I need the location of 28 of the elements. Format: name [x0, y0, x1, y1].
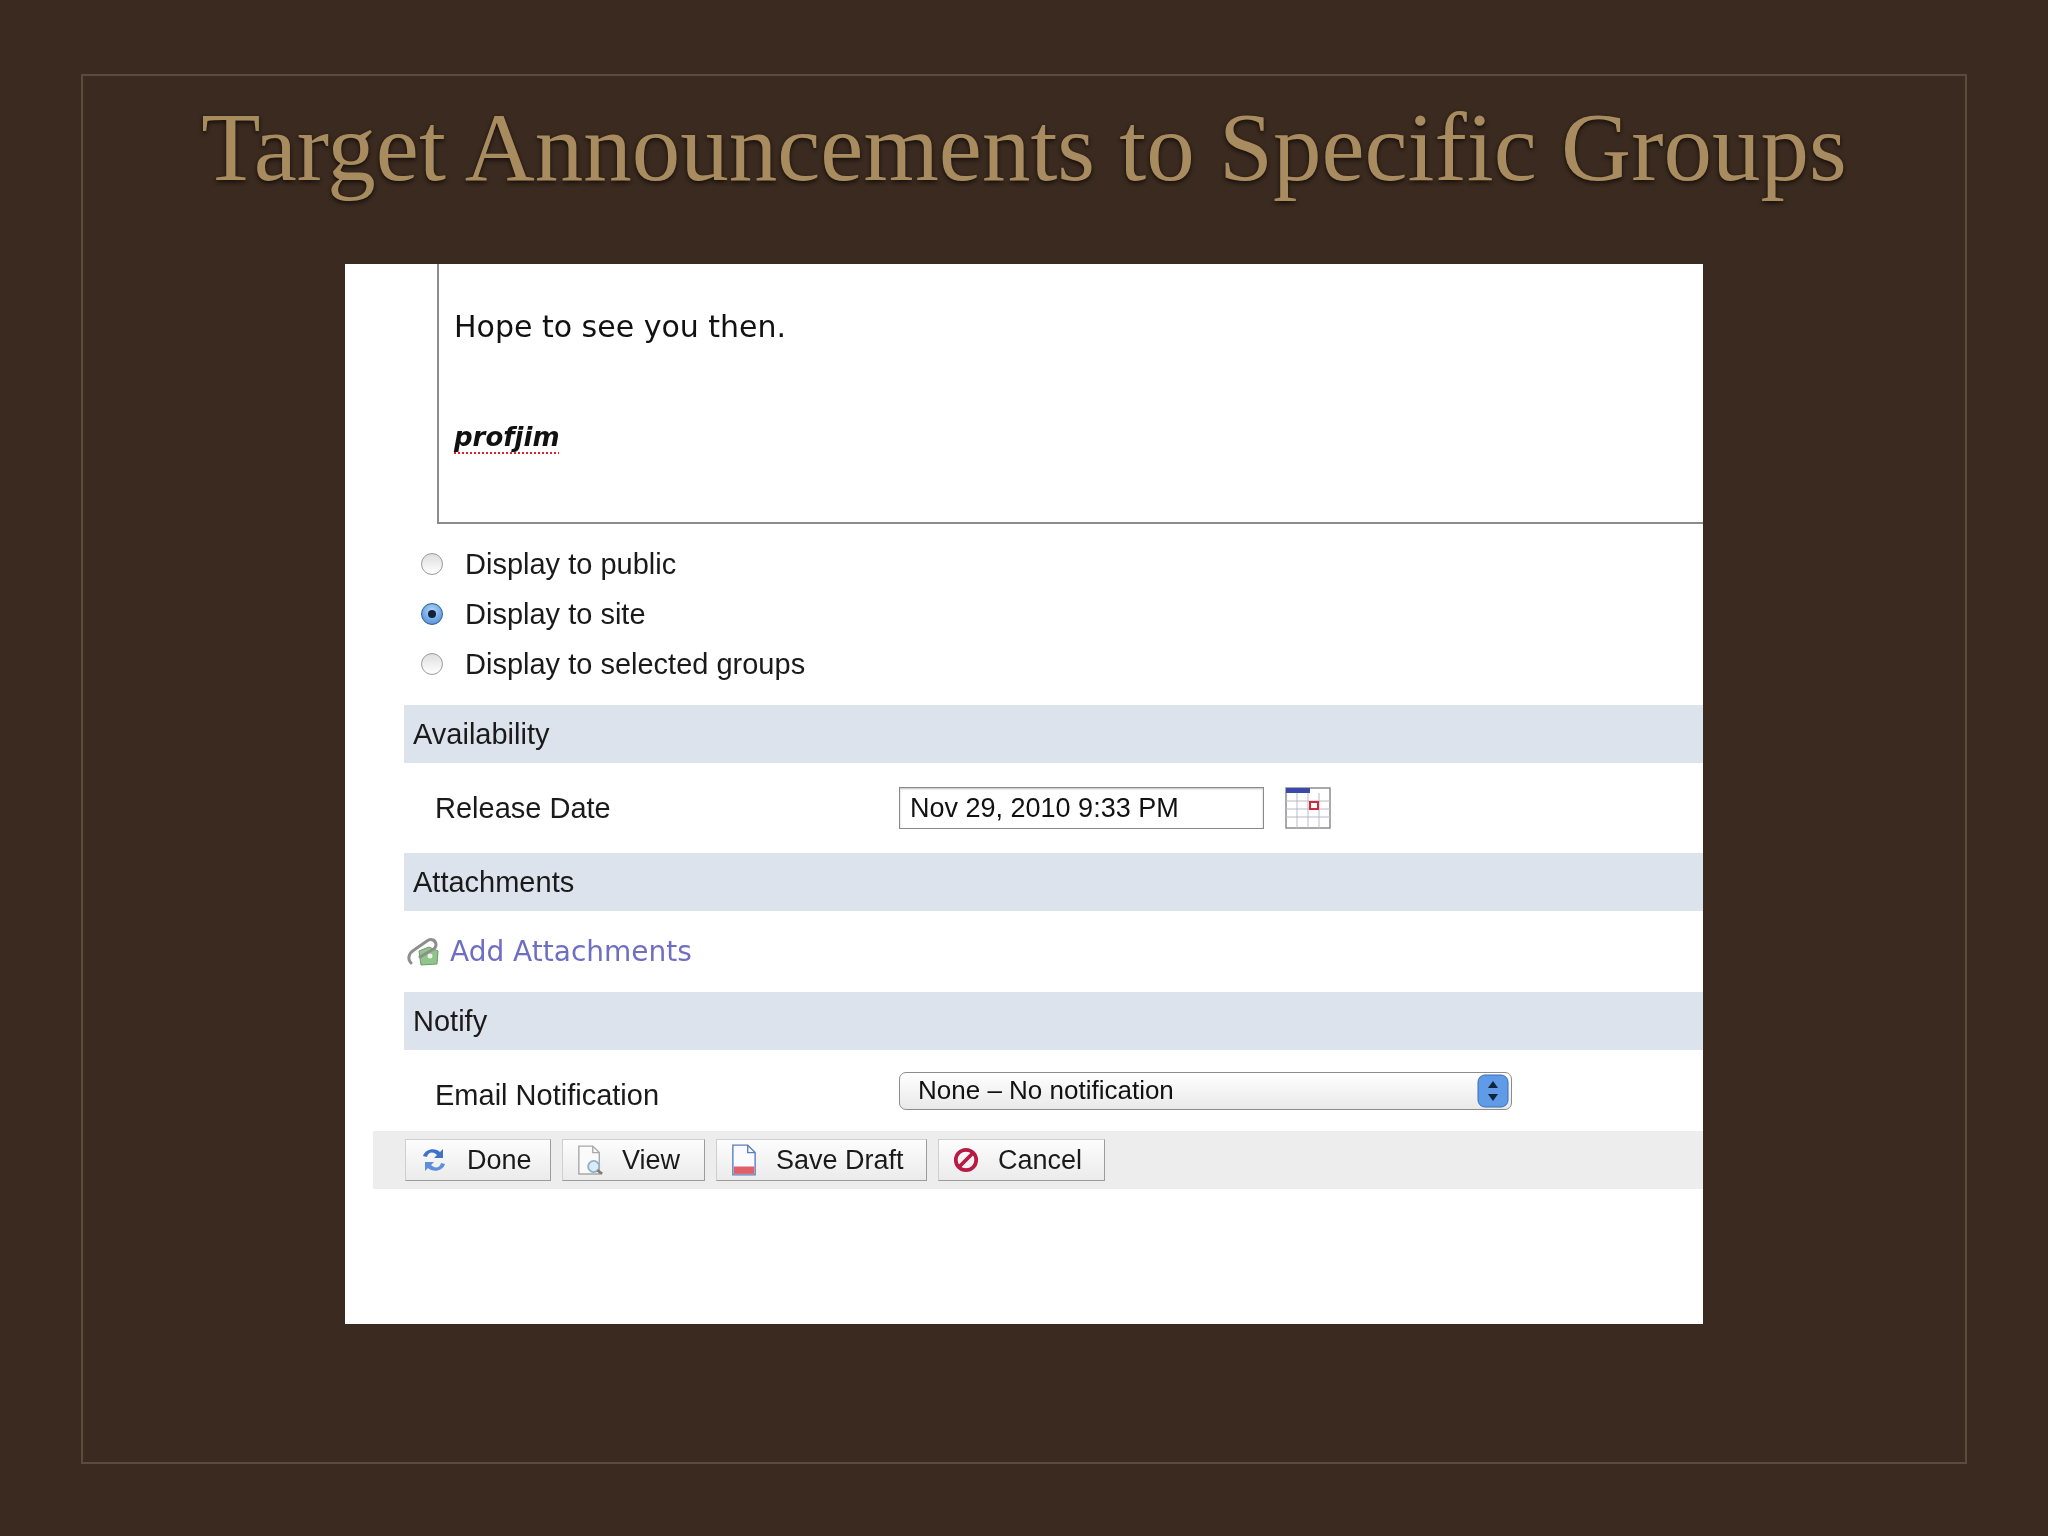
message-text: Hope to see you then.	[454, 309, 787, 346]
calendar-icon[interactable]	[1285, 787, 1331, 830]
document-magnifier-icon	[577, 1145, 603, 1176]
radio-label[interactable]: Display to selected groups	[465, 642, 806, 686]
section-header: Attachments	[404, 853, 1703, 912]
form-button[interactable]: Save Draft	[716, 1139, 927, 1182]
date-field[interactable]: Nov 29, 2010 9:33 PM	[899, 787, 1264, 830]
form-button[interactable]: View	[562, 1139, 705, 1182]
radio-label[interactable]: Display to public	[465, 542, 677, 586]
paperclip-icon	[407, 936, 441, 967]
signature-text: profjim	[454, 422, 560, 453]
form-button[interactable]: Cancel	[938, 1139, 1105, 1182]
document-icon	[731, 1144, 757, 1177]
radio-button[interactable]	[421, 653, 443, 676]
select-field[interactable]: None – No notification	[899, 1071, 1512, 1110]
form-button[interactable]: Done	[405, 1139, 551, 1182]
select-arrows-icon	[1477, 1073, 1509, 1108]
field-label: Email Notification	[435, 1078, 661, 1113]
add-attachments-link[interactable]: Add Attachments	[450, 930, 692, 973]
section-header: Notify	[404, 992, 1703, 1051]
section-header: Availability	[404, 705, 1703, 764]
prohibited-icon	[953, 1147, 979, 1174]
radio-label[interactable]: Display to site	[465, 592, 646, 636]
message-editor[interactable]: Hope to see you then. profjim	[437, 264, 1703, 525]
field-label: Release Date	[435, 790, 612, 826]
radio-button[interactable]	[421, 603, 443, 626]
radio-button[interactable]	[421, 553, 443, 576]
slide-title: Target Announcements to Specific Groups	[201, 93, 1847, 203]
